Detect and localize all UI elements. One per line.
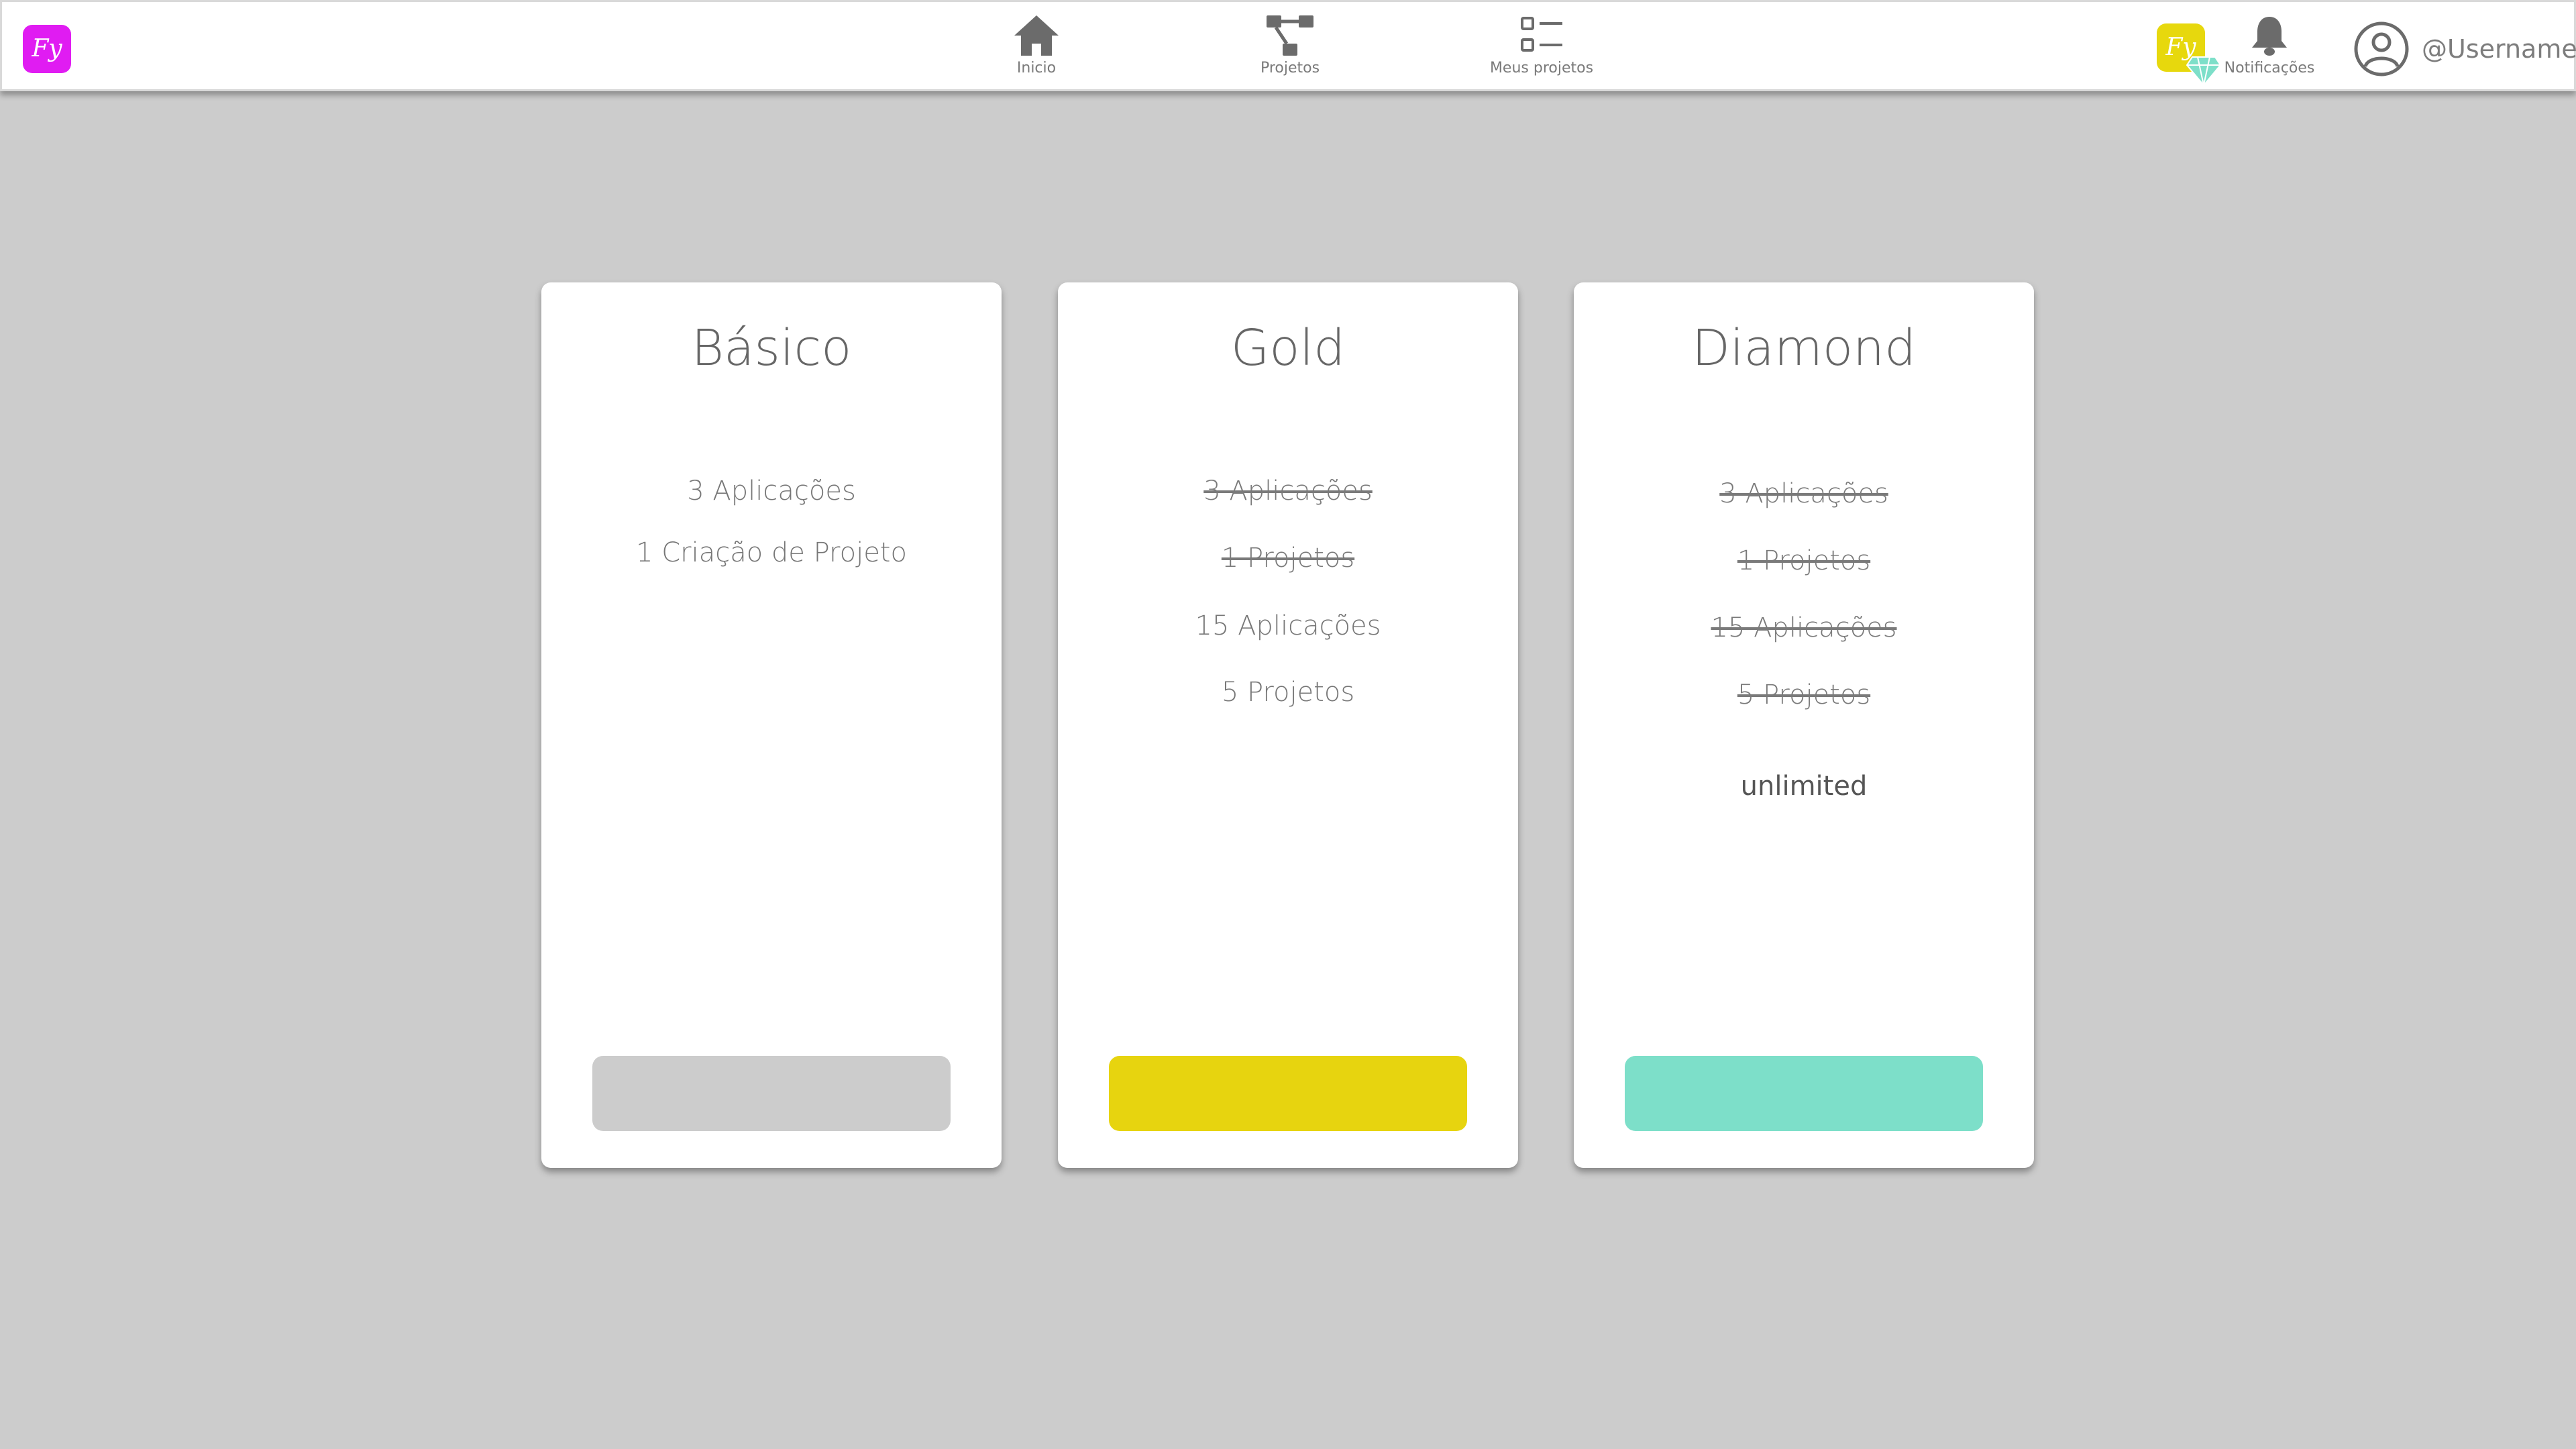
plan-title: Gold [1230,319,1346,377]
nav-item-inicio[interactable]: Inicio [1008,14,1065,84]
plan-feature-struck: 3 Aplicações [1203,476,1373,506]
app-logo-text: Fy [32,35,62,62]
plan-card-basico: Básico 3 Aplicações 1 Criação de Projeto [541,282,1002,1168]
plan-feature-struck: 5 Projetos [1737,680,1871,710]
nav-label-projetos: Projetos [1260,60,1320,76]
user-avatar-icon [2354,21,2409,76]
plan-feature-struck: 1 Projetos [1737,545,1871,576]
select-gold-button[interactable] [1109,1056,1467,1131]
app-logo[interactable]: Fy [23,25,71,73]
select-diamond-button[interactable] [1625,1056,1983,1131]
bell-icon [2252,17,2287,56]
plan-feature: 5 Projetos [1221,677,1355,708]
plan-feature: 15 Aplicações [1195,610,1381,641]
username: @Username [2422,34,2576,64]
nav-item-projetos[interactable]: Projetos [1250,14,1330,84]
project-tree-icon [1267,15,1313,56]
plan-feature-struck: 15 Aplicações [1711,612,1897,643]
plan-feature-struck: 3 Aplicações [1719,478,1888,509]
plan-feature-struck: 1 Projetos [1221,543,1355,574]
nav-label-meus-projetos: Meus projetos [1489,60,1594,76]
plan-title: Básico [691,319,852,377]
nav-item-meus-projetos[interactable]: Meus projetos [1481,14,1602,84]
list-icon [1521,17,1562,52]
top-navigation-bar: Fy Inicio Projetos Meus projetos Fy Noti… [0,0,2576,91]
notifications-button[interactable]: Notificações [2216,14,2323,84]
plan-card-diamond: Diamond 3 Aplicações 1 Projetos 15 Aplic… [1574,282,2034,1168]
select-basico-button[interactable] [592,1056,951,1131]
home-icon [1014,15,1059,56]
plan-feature-unlimited: unlimited [1740,771,1868,802]
plan-feature: 3 Aplicações [687,476,856,506]
user-menu[interactable]: @Username [2353,21,2576,77]
plan-title: Diamond [1691,319,1917,377]
nav-label-inicio: Inicio [1016,60,1057,76]
plan-card-gold: Gold 3 Aplicações 1 Projetos 15 Aplicaçõ… [1058,282,1518,1168]
notifications-label: Notificações [2224,60,2315,76]
plan-feature: 1 Criação de Projeto [636,537,907,568]
